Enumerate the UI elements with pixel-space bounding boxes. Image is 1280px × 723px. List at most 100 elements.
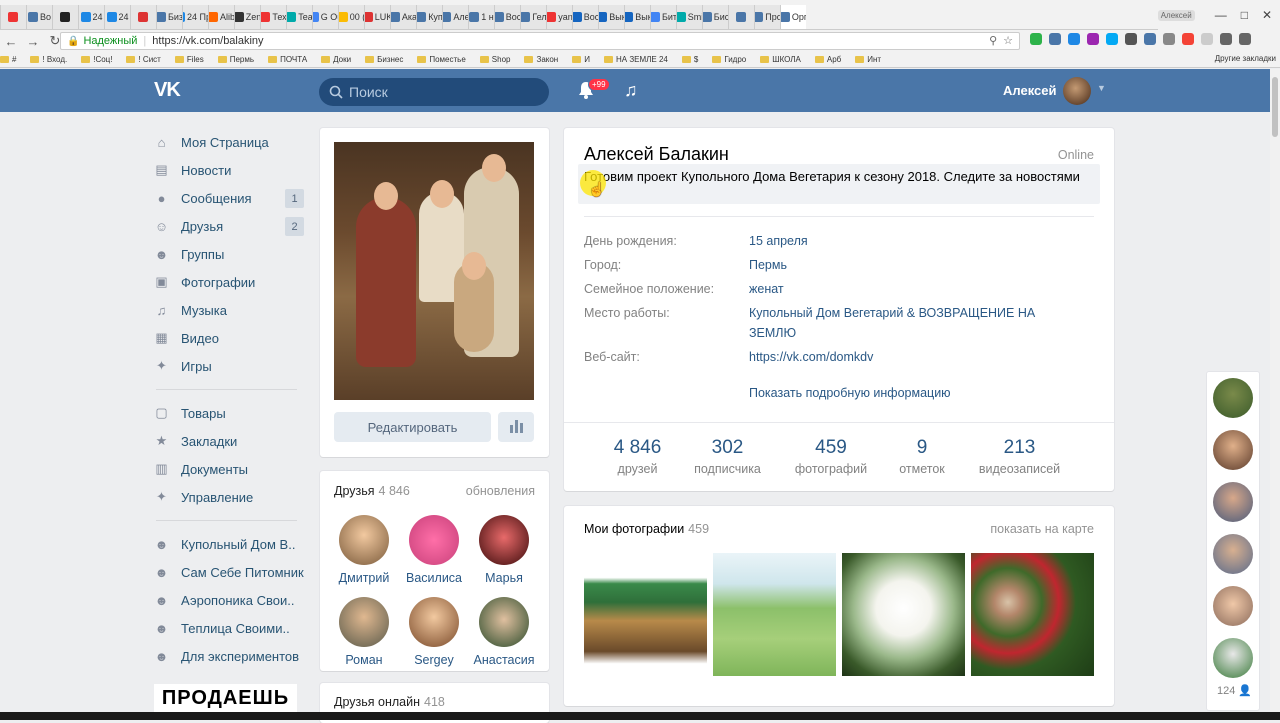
browser-tab[interactable]: Орг — [780, 5, 806, 29]
sidebar-item[interactable]: ▢ Товары — [154, 399, 304, 427]
info-value[interactable]: 15 апреля — [749, 231, 1069, 251]
friends-online-title[interactable]: Друзья онлайн 418 — [334, 695, 445, 709]
info-value[interactable]: https://vk.com/domkdv — [749, 347, 1069, 367]
chevron-down-icon[interactable]: ▼ — [1097, 83, 1106, 93]
sidebar-item[interactable]: ✦ Игры — [154, 352, 304, 380]
sidebar-item[interactable]: ☻ Теплица Своими.. — [154, 614, 304, 642]
friend-name[interactable]: Роман — [329, 653, 399, 667]
friend-avatar[interactable] — [479, 515, 529, 565]
sidebar-item[interactable]: ☺ Друзья 2 — [154, 212, 304, 240]
browser-tab[interactable]: 00 ( — [338, 5, 364, 29]
sidebar-item[interactable]: ✦ Управление — [154, 483, 304, 511]
info-value[interactable]: Купольный Дом Вегетарий & ВОЗВРАЩЕНИЕ НА… — [749, 303, 1069, 343]
friend-avatar[interactable] — [339, 515, 389, 565]
browser-tab[interactable]: yan — [546, 5, 572, 29]
sidebar-item[interactable]: ☻ Аэропоника Свои.. — [154, 586, 304, 614]
friend-item[interactable]: Sergey — [399, 597, 469, 667]
profile-counter[interactable]: 302 подписчика — [690, 437, 765, 476]
friend-name[interactable]: Василиса — [399, 571, 469, 585]
extension-icon[interactable] — [1049, 33, 1061, 45]
promo-banner[interactable]: ПРОДАЕШЬ — [154, 684, 297, 712]
extension-icon[interactable] — [1068, 33, 1080, 45]
sidebar-item[interactable]: ☻ Для экспериментов — [154, 642, 304, 670]
browser-tab[interactable]: G Ou — [312, 5, 338, 29]
browser-tab[interactable]: Smi — [676, 5, 702, 29]
browser-tab[interactable]: Вык — [624, 5, 650, 29]
bookmark-item[interactable]: !Соц! — [81, 55, 112, 64]
browser-tab[interactable]: LUK — [364, 5, 390, 29]
browser-tab[interactable]: Гел — [520, 5, 546, 29]
browser-tab[interactable]: Тех — [260, 5, 286, 29]
vk-logo[interactable]: VK — [154, 79, 181, 102]
browser-tab[interactable]: Вык — [598, 5, 624, 29]
profile-counter[interactable]: 213 видеозаписей — [977, 437, 1062, 476]
other-bookmarks[interactable]: Другие закладки — [1215, 54, 1276, 63]
friend-name[interactable]: Sergey — [399, 653, 469, 667]
extension-icon[interactable] — [1201, 33, 1213, 45]
browser-tab[interactable]: Tea — [286, 5, 312, 29]
browser-tab[interactable]: Ака — [390, 5, 416, 29]
show-on-map-link[interactable]: показать на карте — [990, 522, 1094, 536]
info-value[interactable]: женат — [749, 279, 1069, 299]
sidebar-item[interactable]: ▣ Фотографии — [154, 268, 304, 296]
sidebar-item[interactable]: ★ Закладки — [154, 427, 304, 455]
music-icon[interactable]: ♫ — [624, 80, 638, 101]
extension-icon[interactable] — [1144, 33, 1156, 45]
contact-avatar[interactable] — [1213, 482, 1253, 522]
bookmark-item[interactable]: Пермь — [217, 55, 254, 64]
friend-item[interactable]: Дмитрий — [329, 515, 399, 585]
friend-item[interactable]: Василиса — [399, 515, 469, 585]
info-value[interactable]: Пермь — [749, 255, 1069, 275]
photo-thumb[interactable] — [713, 553, 836, 676]
extension-icon[interactable] — [1087, 33, 1099, 45]
scrollbar[interactable] — [1270, 69, 1280, 712]
friend-avatar[interactable] — [409, 515, 459, 565]
sidebar-item[interactable]: ▤ Новости — [154, 156, 304, 184]
profile-counter[interactable]: 9 отметок — [897, 437, 947, 476]
bookmark-item[interactable]: Арб — [814, 55, 841, 64]
search-input[interactable]: Поиск — [319, 78, 549, 106]
browser-tab[interactable]: Alib — [208, 5, 234, 29]
friends-updates-link[interactable]: обновления — [466, 484, 535, 498]
bookmark-item[interactable]: ! Сист — [126, 55, 161, 64]
sidebar-item[interactable]: ☻ Купольный Дом В.. — [154, 530, 304, 558]
friend-avatar[interactable] — [409, 597, 459, 647]
contact-avatar[interactable] — [1213, 378, 1253, 418]
photo-thumb[interactable] — [971, 553, 1094, 676]
bookmark-item[interactable]: Доки — [321, 55, 351, 64]
browser-tab[interactable]: Bo — [26, 5, 52, 29]
bookmark-item[interactable]: НА ЗЕМЛЕ 24 — [603, 55, 668, 64]
bookmark-item[interactable]: ! Вход. — [30, 55, 67, 64]
extension-icon[interactable] — [1182, 33, 1194, 45]
extension-icon[interactable] — [1220, 33, 1232, 45]
browser-tab[interactable]: Вос — [572, 5, 598, 29]
profile-counter[interactable]: 4 846 друзей — [605, 437, 670, 476]
browser-tab[interactable] — [728, 5, 754, 29]
sidebar-item[interactable]: ▦ Видео — [154, 324, 304, 352]
forward-icon[interactable]: → — [22, 34, 44, 49]
contacts-count[interactable]: 124 👤 — [1217, 684, 1252, 697]
friend-name[interactable]: Марья — [469, 571, 539, 585]
scroll-thumb[interactable] — [1272, 77, 1278, 137]
browser-tab[interactable] — [52, 5, 78, 29]
browser-tab[interactable]: Биз — [156, 5, 182, 29]
contact-avatar[interactable] — [1213, 586, 1253, 626]
browser-tab[interactable]: Бит — [650, 5, 676, 29]
browser-tab[interactable]: Куп — [416, 5, 442, 29]
extension-icon[interactable] — [1125, 33, 1137, 45]
browser-tab[interactable]: 24 — [104, 5, 130, 29]
show-more-link[interactable]: Показать подробную информацию — [749, 386, 951, 400]
browser-tab[interactable]: Zen — [234, 5, 260, 29]
bookmark-item[interactable]: ПОЧТА — [268, 55, 307, 64]
bookmark-item[interactable]: $ — [681, 55, 698, 64]
friend-avatar[interactable] — [339, 597, 389, 647]
bookmark-item[interactable]: Гидро — [712, 55, 746, 64]
friend-item[interactable]: Марья — [469, 515, 539, 585]
back-icon[interactable]: ← — [0, 34, 22, 49]
profile-photo[interactable] — [334, 142, 534, 400]
edit-profile-button[interactable]: Редактировать — [334, 412, 491, 442]
menu-icon[interactable] — [1239, 33, 1251, 45]
contact-avatar[interactable] — [1213, 534, 1253, 574]
profile-counter[interactable]: 459 фотографий — [792, 437, 870, 476]
sidebar-item[interactable]: ☻ Группы — [154, 240, 304, 268]
